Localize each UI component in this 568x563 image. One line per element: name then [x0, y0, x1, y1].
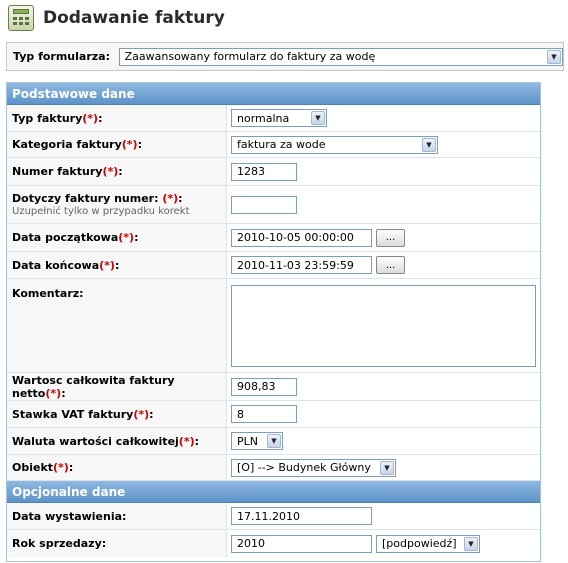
komentarz-label: Komentarz: — [12, 287, 84, 300]
rok-sprzedazy-input[interactable]: 2010 — [231, 534, 372, 553]
wartosc-label: Wartosc całkowita faktury netto — [12, 373, 175, 400]
row-waluta: Waluta wartości całkowitej(*): PLN ▼ — [7, 428, 540, 455]
required-mark: (*) — [102, 165, 119, 178]
komentarz-textarea[interactable] — [231, 284, 536, 367]
chevron-down-icon: ▼ — [547, 49, 561, 64]
waluta-label: Waluta wartości całkowitej — [12, 434, 179, 448]
chevron-down-icon: ▼ — [311, 111, 325, 125]
dotyczy-hint: Uzupełnić tylko w przypadku korekt — [12, 206, 190, 217]
row-data-wystawienia: Data wystawienia: 17.11.2010 — [7, 503, 540, 530]
stawka-vat-input[interactable]: 8 — [231, 405, 297, 423]
wartosc-input[interactable]: 908,83 — [231, 377, 297, 396]
data-poczatkowa-label: Data początkowa — [12, 231, 119, 244]
typ-faktury-label: Typ faktury — [12, 111, 83, 125]
chevron-down-icon: ▼ — [464, 536, 478, 551]
required-mark: (*) — [53, 461, 69, 474]
numer-label: Numer faktury — [12, 165, 103, 178]
row-numer: Numer faktury(*): 1283 — [7, 158, 540, 186]
row-data-koncowa: Data końcowa(*): 2010-11-03 23:59:59 ... — [7, 252, 540, 279]
data-poczatkowa-calendar-button[interactable]: ... — [376, 228, 405, 247]
row-typ-faktury: Typ faktury(*): normalna ▼ — [7, 105, 540, 132]
rok-sprzedazy-hint-select[interactable]: [podpowiedź] ▼ — [376, 534, 480, 553]
chevron-down-icon: ▼ — [267, 434, 281, 448]
data-koncowa-input[interactable]: 2010-11-03 23:59:59 — [231, 256, 372, 274]
kategoria-label: Kategoria faktury — [12, 138, 122, 151]
invoice-form: Podstawowe dane Typ faktury(*): normalna… — [6, 82, 541, 562]
row-rok-sprzedazy: Rok sprzedazy: 2010 [podpowiedź] ▼ — [7, 530, 540, 557]
data-koncowa-label: Data końcowa — [12, 258, 100, 272]
required-mark: (*) — [82, 111, 99, 125]
row-stawka-vat: Stawka VAT faktury(*): 8 — [7, 401, 540, 428]
row-obiekt: Obiekt(*): [O] --> Budynek Główny ▼ — [7, 455, 540, 481]
required-mark: (*) — [178, 434, 195, 448]
dotyczy-label: Dotyczy faktury numer: — [12, 192, 163, 205]
stawka-vat-label: Stawka VAT faktury — [12, 407, 134, 421]
data-wystawienia-input[interactable]: 17.11.2010 — [231, 507, 372, 525]
section-header-optional: Opcjonalne dane — [7, 481, 540, 503]
calculator-icon — [8, 5, 34, 31]
page-title: Dodawanie faktury — [43, 8, 225, 28]
obiekt-label: Obiekt — [12, 461, 54, 474]
required-mark: (*) — [121, 138, 138, 151]
row-wartosc: Wartosc całkowita faktury netto(*): 908,… — [7, 373, 540, 401]
data-poczatkowa-input[interactable]: 2010-10-05 00:00:00 — [231, 228, 372, 247]
numer-input[interactable]: 1283 — [231, 162, 297, 181]
rok-sprzedazy-label: Rok sprzedazy: — [12, 537, 107, 550]
row-data-poczatkowa: Data początkowa(*): 2010-10-05 00:00:00 … — [7, 224, 540, 252]
row-komentarz: Komentarz: — [7, 279, 540, 373]
required-mark: (*) — [45, 386, 62, 400]
required-mark: (*) — [118, 231, 135, 244]
typ-faktury-select[interactable]: normalna ▼ — [231, 109, 327, 127]
form-type-select[interactable]: Zaawansowany formularz do faktury za wod… — [118, 47, 563, 66]
required-mark: (*) — [162, 192, 179, 205]
dotyczy-input[interactable] — [231, 195, 297, 214]
required-mark: (*) — [99, 258, 115, 272]
data-wystawienia-label: Data wystawienia: — [12, 509, 127, 523]
kategoria-select[interactable]: faktura za wode ▼ — [231, 135, 438, 154]
form-type-bar: Typ formularza: Zaawansowany formularz d… — [6, 42, 564, 71]
obiekt-select[interactable]: [O] --> Budynek Główny ▼ — [231, 458, 396, 477]
row-dotyczy: Dotyczy faktury numer: (*): Uzupełnić ty… — [7, 186, 540, 224]
row-kategoria: Kategoria faktury(*): faktura za wode ▼ — [7, 132, 540, 158]
chevron-down-icon: ▼ — [422, 137, 436, 152]
form-type-label: Typ formularza: — [13, 50, 110, 63]
data-koncowa-calendar-button[interactable]: ... — [376, 256, 405, 274]
section-header-basic: Podstawowe dane — [7, 83, 540, 105]
required-mark: (*) — [133, 407, 150, 421]
page-header: Dodawanie faktury — [8, 4, 225, 32]
chevron-down-icon: ▼ — [380, 460, 394, 475]
waluta-select[interactable]: PLN ▼ — [231, 432, 283, 450]
